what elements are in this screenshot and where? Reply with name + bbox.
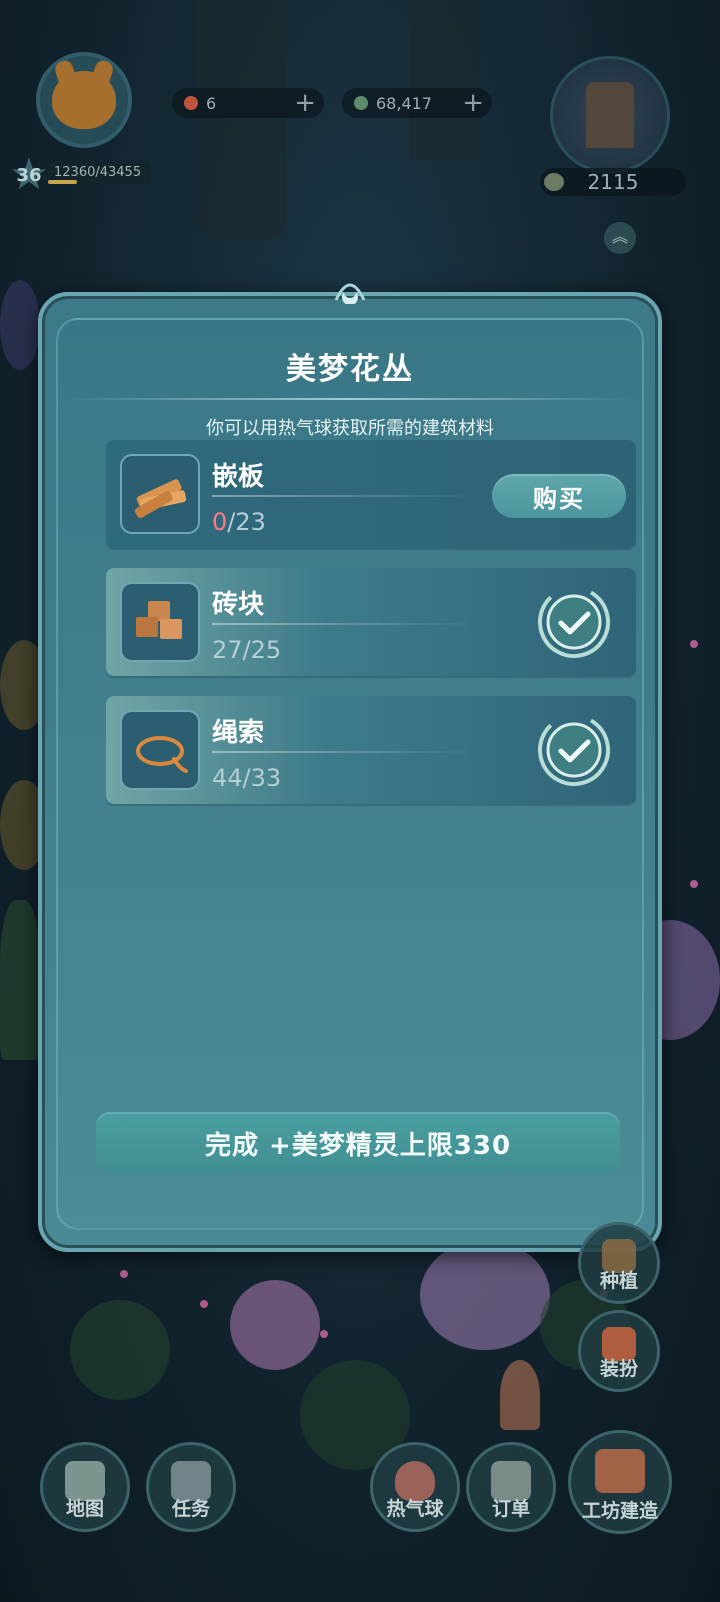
currency-1-value: 6 (206, 93, 217, 113)
row-divider (212, 623, 476, 625)
bear-face-icon (52, 71, 116, 129)
material-row-panel: 嵌板 0/23 购买 (106, 440, 636, 548)
nav-tasks-label: 任务 (171, 1498, 210, 1520)
moon-ornament-icon (334, 283, 366, 304)
flower (320, 1330, 328, 1338)
player-avatar[interactable] (36, 52, 132, 148)
wood-plank-icon (134, 479, 187, 519)
dialog-body: 美梦花丛 你可以用热气球获取所需的建筑材料 嵌板 0/23 购买 砖块 27/2… (56, 318, 644, 1230)
dialog-title: 美梦花丛 (286, 352, 414, 387)
level-badge: ★ 36 (8, 153, 50, 197)
nav-balloon-label: 热气球 (386, 1498, 444, 1520)
nav-workshop[interactable]: 工坊建造 (568, 1430, 672, 1534)
flower (200, 1300, 208, 1308)
gem-icon (354, 96, 368, 110)
plant-label: 种植 (599, 1270, 638, 1292)
check-icon (538, 586, 610, 658)
tree-trunk (196, 0, 286, 240)
buy-button[interactable]: 购买 (492, 474, 626, 518)
green-bush (70, 1300, 170, 1400)
nav-orders[interactable]: 订单 (466, 1442, 556, 1532)
material-icon-frame (120, 710, 200, 790)
pine-tree (0, 900, 40, 1060)
tree-trunk (410, 0, 480, 160)
pink-tree (420, 1240, 550, 1350)
check-icon (538, 714, 610, 786)
flower (690, 640, 698, 648)
plant-button[interactable]: 种植 (578, 1222, 660, 1304)
rope-icon (136, 736, 188, 773)
row-divider (212, 495, 476, 497)
nav-map[interactable]: 地图 (40, 1442, 130, 1532)
material-icon-frame (120, 582, 200, 662)
flower (690, 880, 698, 888)
currency-pill-1: 6 + (172, 88, 324, 118)
population-pill: 2115 (540, 168, 686, 196)
nav-map-label: 地图 (65, 1498, 104, 1520)
workshop-house-icon (595, 1449, 645, 1493)
lantern (0, 280, 40, 370)
build-dialog: 美梦花丛 你可以用热气球获取所需的建筑材料 嵌板 0/23 购买 砖块 27/2… (38, 283, 662, 1252)
nav-tasks[interactable]: 任务 (146, 1442, 236, 1532)
material-row-panel: 砖块 27/25 (106, 568, 636, 676)
brick-icon (136, 601, 182, 639)
material-row-panel: 绳索 44/33 (106, 696, 636, 804)
chevron-up-icon[interactable]: ︽ (604, 222, 636, 254)
building-badge[interactable] (538, 56, 688, 176)
xp-bar: 12360/43455 (48, 162, 150, 184)
add-currency-1-button[interactable]: + (294, 88, 316, 118)
dialog-subtitle: 你可以用热气球获取所需的建筑材料 (206, 418, 494, 439)
complete-build-button[interactable]: 完成 +美梦精灵上限330 (96, 1112, 620, 1174)
spirit-icon (544, 173, 564, 191)
decorate-label: 装扮 (599, 1358, 638, 1380)
level-number: 36 (16, 164, 42, 186)
flower (120, 1270, 128, 1278)
flower-coin-icon (184, 96, 198, 110)
material-name: 砖块 (212, 590, 265, 620)
material-need-count: /23 (227, 508, 266, 536)
add-currency-2-button[interactable]: + (462, 88, 484, 118)
decorate-button[interactable]: 装扮 (578, 1310, 660, 1392)
orange-tent (500, 1360, 540, 1430)
nav-balloon[interactable]: 热气球 (370, 1442, 460, 1532)
row-divider (212, 751, 476, 753)
material-count: 27/25 (212, 636, 282, 664)
xp-fill (48, 180, 77, 184)
material-have-count: 0 (212, 508, 228, 536)
material-icon-frame (120, 454, 200, 534)
currency-pill-2: 68,417 + (342, 88, 492, 118)
material-name: 嵌板 (212, 462, 265, 492)
material-name: 绳索 (212, 718, 265, 748)
pink-tree (230, 1280, 320, 1370)
title-divider (68, 398, 632, 400)
nav-orders-label: 订单 (491, 1498, 530, 1520)
building-icon (586, 82, 634, 148)
nav-workshop-label: 工坊建造 (581, 1500, 658, 1522)
material-count: 0/23 (212, 508, 266, 536)
material-count: 44/33 (212, 764, 282, 792)
xp-text: 12360/43455 (54, 165, 142, 180)
currency-2-value: 68,417 (376, 93, 432, 113)
population-value: 2115 (587, 170, 639, 194)
